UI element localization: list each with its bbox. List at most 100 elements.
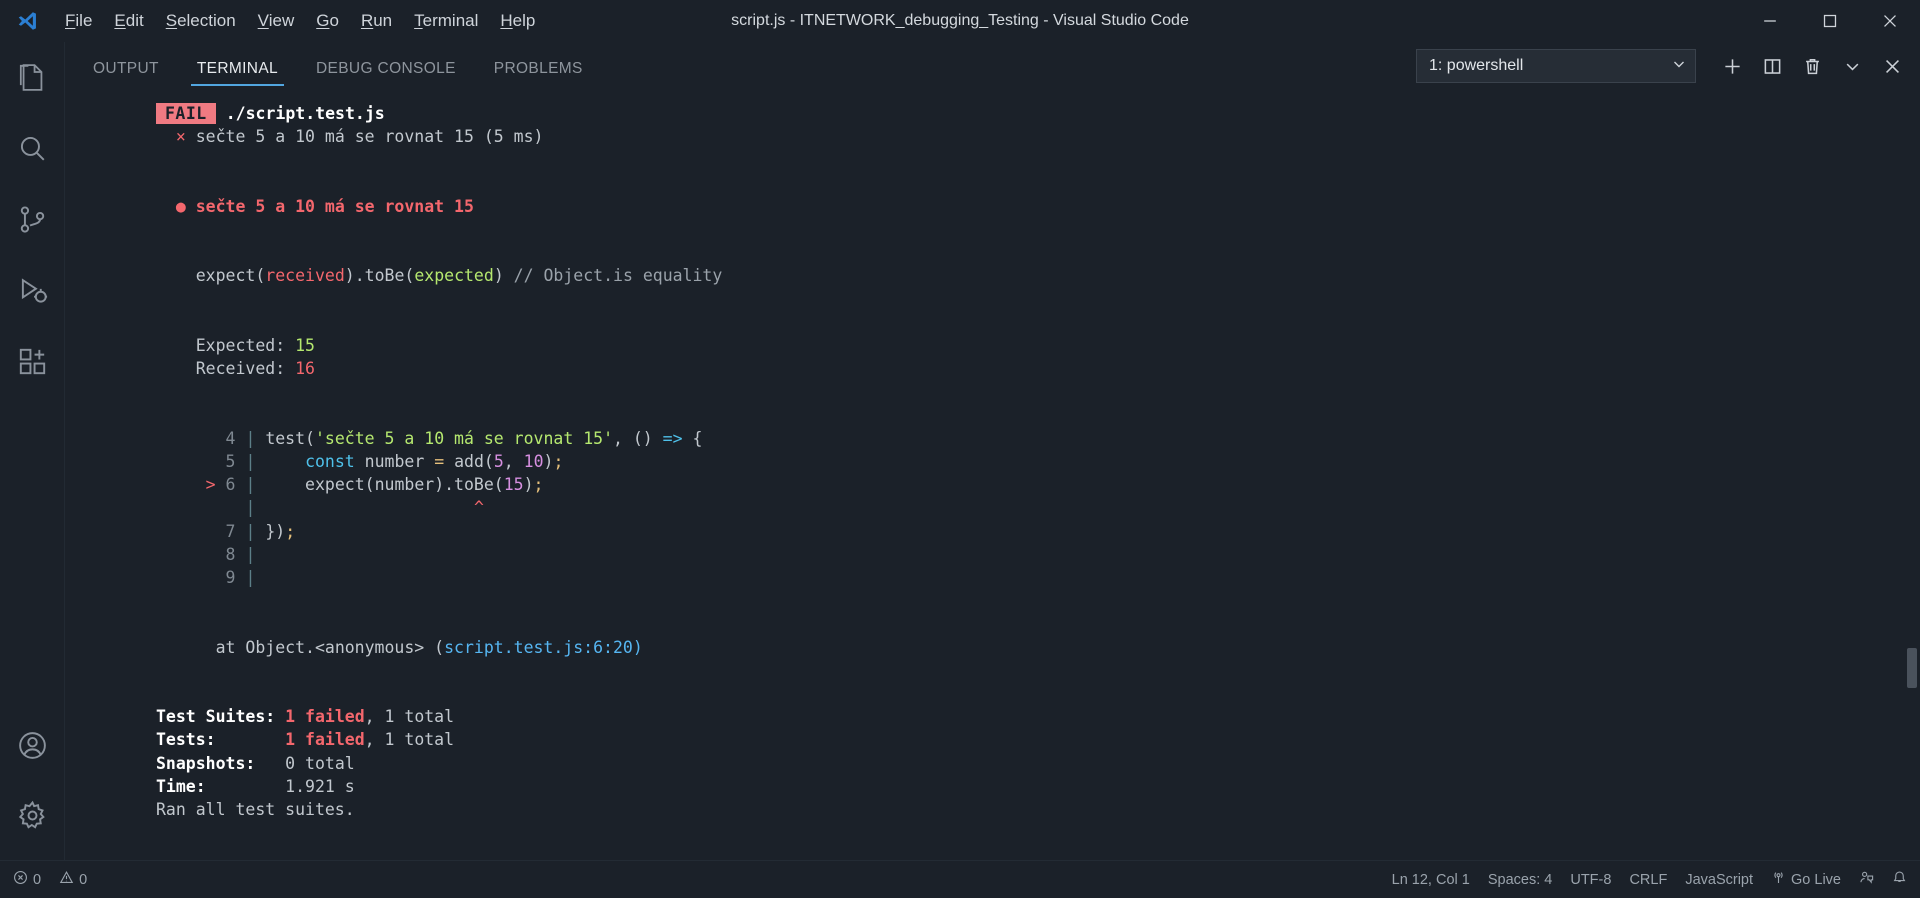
code-token: )	[543, 451, 554, 471]
menu-item-file[interactable]: File	[54, 8, 103, 34]
matcher-expected-arg: expected	[414, 266, 494, 286]
code-error-marker	[196, 522, 216, 541]
code-token: 15	[503, 475, 524, 495]
matcher-received-arg: received	[265, 266, 345, 286]
code-token: expect(number).toBe(	[265, 475, 504, 495]
menu-item-view[interactable]: View	[247, 8, 306, 34]
bell-icon	[1892, 870, 1907, 889]
code-line: 7 | });	[65, 520, 1920, 543]
status-go-live-label: Go Live	[1791, 871, 1841, 888]
code-token: , ()	[613, 428, 663, 448]
menu-item-terminal[interactable]: Terminal	[403, 8, 489, 34]
tab-problems[interactable]: PROBLEMS	[484, 60, 593, 88]
code-token: ,	[503, 451, 524, 471]
status-notifications[interactable]	[1883, 861, 1916, 898]
sidebar-item-explorer[interactable]	[0, 42, 65, 113]
tab-terminal[interactable]: TERMINAL	[187, 60, 288, 88]
code-token: number	[354, 451, 435, 471]
status-cursor-position[interactable]: Ln 12, Col 1	[1383, 861, 1479, 898]
menu-item-run[interactable]: Run	[350, 8, 403, 34]
code-token: test(	[265, 428, 315, 448]
summary-separator: ,	[364, 730, 385, 750]
terminal-output[interactable]: FAIL ./script.test.js × sečte 5 a 10 má s…	[65, 88, 1920, 860]
terminal-line-footer: Ran all test suites.	[65, 798, 1920, 821]
sidebar-item-extensions[interactable]	[0, 326, 65, 397]
terminal-scrollbar[interactable]	[1907, 648, 1917, 688]
matcher-comment: // Object.is equality	[503, 266, 723, 286]
feedback-icon	[1859, 870, 1874, 889]
code-token: ;	[533, 475, 544, 495]
expected-label: Expected:	[195, 335, 296, 355]
status-feedback[interactable]	[1850, 861, 1883, 898]
code-line-number: 9	[215, 567, 246, 587]
activity-bar-top	[0, 42, 65, 397]
code-line-number: 8	[215, 544, 246, 564]
panel-tabs[interactable]: OUTPUT TERMINAL DEBUG CONSOLE PROBLEMS	[83, 42, 611, 88]
minimize-button[interactable]	[1740, 0, 1800, 42]
error-circle-icon	[13, 870, 28, 889]
panel-actions: 1: powershell	[1416, 49, 1912, 88]
summary-failed: 1 failed	[285, 730, 365, 750]
code-error-marker	[196, 498, 216, 517]
status-errors[interactable]: 0	[4, 861, 50, 898]
close-panel-button[interactable]	[1874, 49, 1910, 83]
status-eol[interactable]: CRLF	[1620, 861, 1676, 898]
code-error-marker	[196, 545, 216, 564]
account-icon[interactable]	[0, 710, 65, 780]
code-token: })	[265, 521, 286, 541]
terminal-selector[interactable]: 1: powershell	[1416, 49, 1696, 83]
status-language-mode[interactable]: JavaScript	[1676, 861, 1762, 898]
code-token: ^	[473, 498, 484, 518]
summary-footer: Ran all test suites.	[156, 799, 355, 819]
menu-item-go[interactable]: Go	[305, 8, 350, 34]
menu-item-help[interactable]: Help	[489, 8, 546, 34]
warning-triangle-icon	[59, 870, 74, 889]
status-encoding-label: UTF-8	[1570, 871, 1612, 888]
summary-label: Test Suites:	[156, 707, 276, 727]
panel-views-button[interactable]	[1834, 49, 1870, 83]
split-terminal-button[interactable]	[1754, 49, 1790, 83]
close-button[interactable]	[1860, 0, 1920, 42]
test-summary: Test Suites: 1 failed, 1 total Tests: 1 f…	[65, 705, 1920, 798]
sidebar-item-source-control[interactable]	[0, 184, 65, 255]
new-terminal-button[interactable]	[1714, 49, 1750, 83]
summary-total: 1 total	[384, 730, 455, 750]
status-indentation-label: Spaces: 4	[1487, 871, 1553, 888]
sidebar-item-run-and-debug[interactable]	[0, 255, 65, 326]
status-indentation[interactable]: Spaces: 4	[1479, 861, 1562, 898]
tab-output[interactable]: OUTPUT	[83, 60, 169, 88]
code-token: =>	[662, 428, 683, 448]
code-token: 'sečte 5 a 10 má se rovnat 15'	[314, 428, 613, 448]
kill-terminal-button[interactable]	[1794, 49, 1830, 83]
status-encoding[interactable]: UTF-8	[1561, 861, 1620, 898]
window-controls	[1740, 0, 1920, 42]
terminal-line-stack-trace: at Object.<anonymous> (script.test.js:6:…	[65, 636, 1920, 659]
code-line: 9 |	[65, 566, 1920, 589]
gear-icon[interactable]	[0, 780, 65, 850]
code-gutter-bar: |	[245, 498, 256, 518]
code-error-marker	[196, 452, 216, 471]
code-line: 8 |	[65, 543, 1920, 566]
summary-failed: 1 failed	[285, 707, 365, 727]
sidebar-item-search[interactable]	[0, 113, 65, 184]
menu-bar[interactable]: File Edit Selection View Go Run Terminal Help	[54, 0, 546, 42]
code-line: 4 | test('sečte 5 a 10 má se rovnat 15',…	[65, 427, 1920, 450]
stack-file-link[interactable]: script.test.js	[444, 638, 583, 657]
status-go-live[interactable]: Go Live	[1762, 861, 1850, 898]
menu-item-selection[interactable]: Selection	[155, 8, 247, 34]
status-warnings-count: 0	[79, 871, 88, 888]
status-warnings[interactable]: 0	[50, 861, 96, 898]
maximize-button[interactable]	[1800, 0, 1860, 42]
tab-debug-console[interactable]: DEBUG CONSOLE	[306, 60, 466, 88]
summary-row: Time: 1.921 s	[65, 775, 1920, 798]
code-error-marker	[196, 429, 216, 448]
terminal-line-expected: Expected: 15	[65, 334, 1920, 357]
code-token: {	[682, 428, 703, 448]
menu-item-edit[interactable]: Edit	[103, 8, 154, 34]
